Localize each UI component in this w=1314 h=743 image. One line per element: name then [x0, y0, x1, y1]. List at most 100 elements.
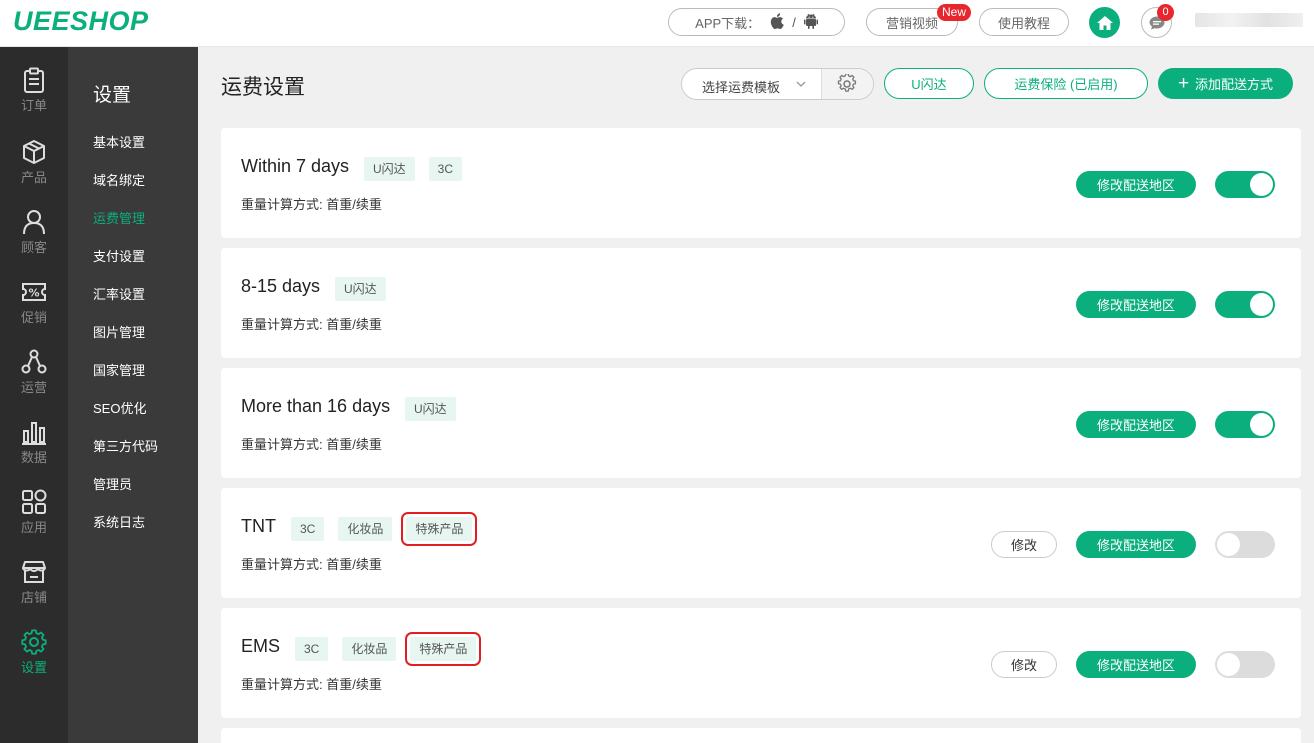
message-count-badge: 0 — [1157, 4, 1174, 21]
app-download-pill[interactable]: APP下载： / — [668, 8, 845, 36]
enable-toggle[interactable] — [1215, 531, 1275, 558]
shipping-method-tags: U闪达 3C — [364, 157, 463, 181]
nav-label: 数据 — [20, 450, 47, 465]
store-icon — [22, 561, 46, 583]
u-express-button[interactable]: U闪达 — [884, 68, 974, 99]
toggle-knob — [1250, 293, 1273, 316]
toggle-knob — [1217, 653, 1240, 676]
method-tag: 特殊产品 — [405, 632, 482, 666]
edit-method-button[interactable]: 修改 — [991, 531, 1057, 558]
template-select-text: 选择运费模板 — [702, 80, 781, 95]
method-tag: 化妆品 — [342, 637, 397, 661]
enable-toggle[interactable] — [1215, 171, 1275, 198]
subnav-item-payment[interactable]: 支付设置 — [93, 246, 145, 265]
subnav-item-domain[interactable]: 域名绑定 — [93, 170, 145, 189]
shipping-method-card: TNT 3C 化妆品 特殊产品 重量计算方式: 首重/续重 修改 修改配送地区 — [221, 488, 1301, 598]
apple-icon[interactable] — [770, 12, 784, 32]
method-tag: 3C — [295, 637, 329, 661]
home-icon — [1096, 15, 1113, 30]
shipping-method-name: 8-15 days — [241, 276, 321, 296]
subnav-item-images[interactable]: 图片管理 — [93, 322, 145, 341]
method-tag: U闪达 — [364, 157, 415, 181]
weight-calc-method: 重量计算方式: 首重/续重 — [241, 437, 382, 452]
app-download-label: APP下载： — [695, 15, 761, 31]
edit-region-button[interactable]: 修改配送地区 — [1076, 291, 1196, 318]
nav-item-settings[interactable]: 设置 — [0, 629, 68, 699]
enable-toggle[interactable] — [1215, 411, 1275, 438]
weight-calc-method: 重量计算方式: 首重/续重 — [241, 317, 382, 332]
shipping-template-select[interactable]: 选择运费模板 — [681, 68, 874, 100]
page-title: 运费设置 — [221, 76, 305, 99]
edit-region-button[interactable]: 修改配送地区 — [1076, 171, 1196, 198]
nav-item-store[interactable]: 店铺 — [0, 559, 68, 629]
edit-region-button[interactable]: 修改配送地区 — [1076, 531, 1196, 558]
chevron-down-icon — [796, 81, 806, 87]
add-shipping-method-button[interactable]: + 添加配送方式 — [1158, 68, 1293, 99]
edit-method-button[interactable]: 修改 — [991, 651, 1057, 678]
network-icon — [21, 349, 47, 374]
nav-label: 设置 — [20, 660, 47, 675]
nav-label: 产品 — [20, 170, 47, 185]
toggle-knob — [1217, 533, 1240, 556]
nav-item-customers[interactable]: 顾客 — [0, 209, 68, 279]
shipping-method-card: Within 7 days U闪达 3C 重量计算方式: 首重/续重 修改配送地区 — [221, 128, 1301, 238]
nav-item-operations[interactable]: 运营 — [0, 349, 68, 419]
main-nav: 订单 产品 顾客 % 促销 运营 数据 应用 店铺 设置 — [0, 47, 68, 743]
shipping-method-name: TNT — [241, 516, 276, 536]
nav-item-promotions[interactable]: % 促销 — [0, 279, 68, 349]
shipping-method-card: More than 16 days U闪达重量计算方式: 首重/续重 修改配送地区 — [221, 368, 1301, 478]
select-divider — [821, 69, 822, 99]
subnav-item-countries[interactable]: 国家管理 — [93, 360, 145, 379]
nav-label: 运营 — [20, 380, 47, 395]
weight-calc-method: 重量计算方式: 首重/续重 — [241, 677, 382, 692]
shipping-insurance-button[interactable]: 运费保险 (已启用) — [984, 68, 1148, 99]
tutorial-button[interactable]: 使用教程 — [979, 8, 1069, 36]
shipping-method-tags: U闪达 — [405, 397, 456, 421]
settings-subnav: 设置 基本设置 域名绑定 运费管理 支付设置 汇率设置 图片管理 国家管理 SE… — [68, 47, 198, 743]
subnav-item-basic[interactable]: 基本设置 — [93, 132, 145, 151]
template-settings-button[interactable] — [821, 69, 873, 99]
nav-label: 促销 — [20, 310, 47, 325]
method-tag: 特殊产品 — [401, 512, 478, 546]
nav-item-orders[interactable]: 订单 — [0, 67, 68, 137]
subnav-item-admin[interactable]: 管理员 — [93, 474, 132, 493]
android-icon[interactable] — [803, 13, 818, 32]
nav-item-data[interactable]: 数据 — [0, 419, 68, 489]
enable-toggle[interactable] — [1215, 291, 1275, 318]
next-card-partial — [221, 728, 1301, 743]
user-account-blurred[interactable] — [1195, 13, 1303, 27]
nav-item-apps[interactable]: 应用 — [0, 489, 68, 559]
shipping-method-name: More than 16 days — [241, 396, 391, 416]
weight-calc-method: 重量计算方式: 首重/续重 — [241, 557, 382, 572]
top-bar: UEESHOP APP下载： / 营销视频 New 使用教程 0 — [0, 0, 1314, 47]
subnav-item-seo[interactable]: SEO优化 — [93, 398, 146, 417]
logo[interactable]: UEESHOP — [13, 6, 149, 37]
box-icon — [23, 140, 45, 164]
nav-label: 应用 — [20, 520, 47, 535]
shipping-method-tags: U闪达 — [335, 277, 386, 301]
method-tag: 3C — [291, 517, 325, 541]
edit-region-button[interactable]: 修改配送地区 — [1076, 411, 1196, 438]
subnav-item-system-log[interactable]: 系统日志 — [93, 512, 145, 531]
user-icon — [23, 210, 45, 235]
bar-chart-icon — [22, 422, 46, 445]
shipping-method-card: EMS 3C 化妆品 特殊产品 重量计算方式: 首重/续重 修改 修改配送地区 — [221, 608, 1301, 718]
weight-calc-method: 重量计算方式: 首重/续重 — [241, 197, 382, 212]
plus-icon: + — [1177, 73, 1190, 94]
subnav-item-shipping[interactable]: 运费管理 — [93, 208, 145, 227]
shipping-method-name: Within 7 days — [241, 156, 350, 176]
nav-item-products[interactable]: 产品 — [0, 139, 68, 209]
method-tag: U闪达 — [405, 397, 456, 421]
percent-ticket-icon: % — [22, 283, 46, 301]
method-tag: 3C — [428, 157, 463, 181]
nav-label: 顾客 — [20, 240, 47, 255]
shipping-method-tags: 3C 化妆品 特殊产品 — [295, 632, 482, 666]
subnav-title: 设置 — [93, 85, 132, 106]
edit-region-button[interactable]: 修改配送地区 — [1076, 651, 1196, 678]
shipping-method-card: 8-15 days U闪达重量计算方式: 首重/续重 修改配送地区 — [221, 248, 1301, 358]
subnav-item-exchange-rate[interactable]: 汇率设置 — [93, 284, 145, 303]
home-button[interactable] — [1089, 7, 1120, 38]
enable-toggle[interactable] — [1215, 651, 1275, 678]
subnav-item-third-party-code[interactable]: 第三方代码 — [93, 436, 158, 455]
svg-text:%: % — [28, 287, 39, 300]
